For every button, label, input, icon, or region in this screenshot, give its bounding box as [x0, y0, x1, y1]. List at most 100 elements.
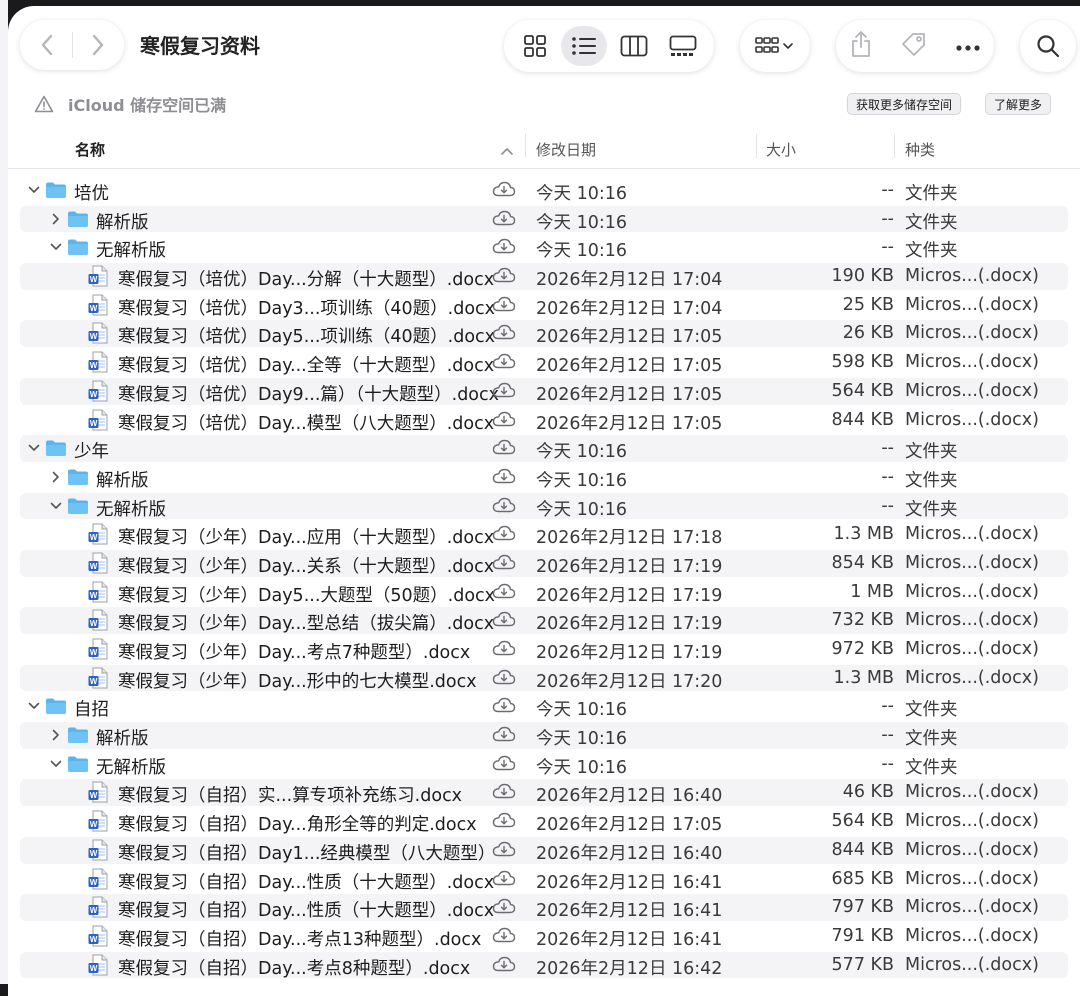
file-row[interactable]: W 寒假复习（自招）实...算专项补充练习.docx 2026年2月12日 16:4… — [8, 778, 1080, 807]
column-name[interactable]: 名称 — [75, 139, 105, 160]
file-row[interactable]: W 寒假复习（培优）Day...模型（八大题型）.docx 2026年2月12日 1… — [8, 406, 1080, 435]
svg-text:W: W — [90, 619, 98, 628]
cloud-download-icon[interactable] — [492, 668, 516, 691]
get-more-storage-button[interactable]: 获取更多储存空间 — [847, 93, 962, 115]
cloud-download-icon[interactable] — [492, 840, 516, 863]
folder-row[interactable]: 培优 今天 10:16 -- 文件夹 — [8, 176, 1080, 205]
chevron-right-icon[interactable] — [48, 725, 64, 745]
item-kind: 文件夹 — [905, 700, 958, 721]
cloud-download-icon[interactable] — [492, 237, 516, 260]
search-button[interactable] — [1020, 20, 1076, 72]
file-row[interactable]: W 寒假复习（培优）Day5...项训练（40题）.docx 2026年2月12日 … — [8, 319, 1080, 348]
cloud-download-icon[interactable] — [492, 381, 516, 404]
folder-icon — [67, 497, 89, 520]
share-button[interactable] — [849, 30, 873, 62]
file-row[interactable]: W 寒假复习（培优）Day3...项训练（40题）.docx 2026年2月12日 … — [8, 291, 1080, 320]
folder-row[interactable]: 解析版 今天 10:16 -- 文件夹 — [8, 463, 1080, 492]
nav-buttons — [20, 20, 124, 70]
folder-row[interactable]: 解析版 今天 10:16 -- 文件夹 — [8, 721, 1080, 750]
cloud-download-icon[interactable] — [492, 696, 516, 719]
cloud-download-icon[interactable] — [492, 926, 516, 949]
cloud-download-icon[interactable] — [492, 467, 516, 490]
cloud-download-icon[interactable] — [492, 180, 516, 203]
forward-button[interactable] — [73, 20, 123, 70]
cloud-download-icon[interactable] — [492, 725, 516, 748]
item-name: 培优 — [74, 184, 109, 204]
icon-view-button[interactable] — [512, 26, 558, 66]
item-size: 564 KB — [831, 811, 894, 832]
item-kind: Micros...(.docx) — [905, 639, 1039, 659]
file-row[interactable]: W 寒假复习（少年）Day...考点7种题型）.docx 2026年2月12日 17… — [8, 635, 1080, 664]
cloud-download-icon[interactable] — [492, 266, 516, 289]
gallery-view-button[interactable] — [660, 26, 706, 66]
item-kind: 文件夹 — [905, 442, 958, 463]
cloud-download-icon[interactable] — [492, 754, 516, 777]
item-date: 2026年2月12日 17:19 — [536, 643, 723, 663]
file-row[interactable]: W 寒假复习（自招）Day...性质（十大题型）.docx 2026年2月12日 1… — [8, 865, 1080, 894]
cloud-download-icon[interactable] — [492, 438, 516, 461]
back-button[interactable] — [22, 20, 72, 70]
cloud-download-icon[interactable] — [492, 610, 516, 633]
folder-row[interactable]: 自招 今天 10:16 -- 文件夹 — [8, 692, 1080, 721]
file-row[interactable]: W 寒假复习（自招）Day1...经典模型（八大题型） 2026年2月12日 16:… — [8, 836, 1080, 865]
item-date: 今天 10:16 — [536, 499, 627, 520]
cloud-download-icon[interactable] — [492, 352, 516, 375]
cloud-download-icon[interactable] — [492, 782, 516, 805]
folder-row[interactable]: 无解析版 今天 10:16 -- 文件夹 — [8, 750, 1080, 779]
cloud-download-icon[interactable] — [492, 209, 516, 232]
file-row[interactable]: W 寒假复习（自招）Day...角形全等的判定.docx 2026年2月12日 17… — [8, 807, 1080, 836]
cloud-download-icon[interactable] — [492, 524, 516, 547]
chevron-down-icon[interactable] — [48, 496, 64, 516]
cloud-download-icon[interactable] — [492, 897, 516, 920]
cloud-download-icon[interactable] — [492, 553, 516, 576]
file-row[interactable]: W 寒假复习（自招）Day...考点13种题型）.docx 2026年2月12日 1… — [8, 922, 1080, 951]
cloud-download-icon[interactable] — [492, 410, 516, 433]
chevron-down-icon[interactable] — [26, 438, 42, 458]
more-button[interactable] — [955, 37, 981, 56]
item-kind: Micros...(.docx) — [905, 294, 1039, 315]
file-row[interactable]: W 寒假复习（培优）Day9...篇）（十大题型）.docx 2026年2月12日 … — [8, 377, 1080, 406]
item-size: -- — [881, 237, 894, 258]
cloud-download-icon[interactable] — [492, 295, 516, 318]
svg-text:W: W — [90, 820, 98, 829]
column-kind[interactable]: 种类 — [905, 139, 935, 160]
chevron-down-icon[interactable] — [48, 237, 64, 257]
cloud-download-icon[interactable] — [492, 639, 516, 662]
chevron-right-icon[interactable] — [48, 467, 64, 487]
folder-row[interactable]: 无解析版 今天 10:16 -- 文件夹 — [8, 233, 1080, 262]
folder-row[interactable]: 少年 今天 10:16 -- 文件夹 — [8, 434, 1080, 463]
chevron-down-icon[interactable] — [26, 180, 42, 200]
column-size[interactable]: 大小 — [766, 139, 796, 160]
cloud-download-icon[interactable] — [492, 869, 516, 892]
cloud-download-icon[interactable] — [492, 582, 516, 605]
item-name: 少年 — [74, 442, 109, 463]
chevron-down-icon[interactable] — [26, 696, 42, 716]
file-row[interactable]: W 寒假复习（培优）Day...分解（十大题型）.docx 2026年2月12日 1… — [8, 262, 1080, 291]
learn-more-button[interactable]: 了解更多 — [985, 93, 1052, 115]
file-row[interactable]: W 寒假复习（培优）Day...全等（十大题型）.docx 2026年2月12日 1… — [8, 348, 1080, 377]
cloud-download-icon[interactable] — [492, 955, 516, 978]
cloud-download-icon[interactable] — [492, 323, 516, 346]
cloud-download-icon[interactable] — [492, 811, 516, 834]
folder-row[interactable]: 无解析版 今天 10:16 -- 文件夹 — [8, 492, 1080, 521]
cloud-download-icon[interactable] — [492, 496, 516, 519]
sort-chevron-up-icon[interactable] — [500, 142, 514, 160]
list-view-button[interactable] — [561, 26, 608, 66]
chevron-right-icon[interactable] — [48, 209, 64, 229]
file-row[interactable]: W 寒假复习（自招）Day...性质（十大题型）.docx 2026年2月12日 1… — [8, 893, 1080, 922]
file-row[interactable]: W 寒假复习（少年）Day...型总结（拔尖篇）.docx 2026年2月12日 1… — [8, 606, 1080, 635]
column-date[interactable]: 修改日期 — [536, 139, 596, 160]
file-row[interactable]: W 寒假复习（少年）Day...应用（十大题型）.docx 2026年2月12日 1… — [8, 520, 1080, 549]
file-row[interactable]: W 寒假复习（少年）Day...关系（十大题型）.docx 2026年2月12日 1… — [8, 549, 1080, 578]
folder-row[interactable]: 解析版 今天 10:16 -- 文件夹 — [8, 205, 1080, 234]
group-button[interactable] — [740, 20, 810, 72]
item-size: 598 KB — [831, 352, 894, 373]
chevron-down-icon[interactable] — [48, 754, 64, 774]
file-row[interactable]: W 寒假复习（自招）Day...考点8种题型）.docx 2026年2月12日 16… — [8, 951, 1080, 980]
file-row[interactable]: W 寒假复习（少年）Day5...大题型（50题）.docx 2026年2月12日 … — [8, 578, 1080, 607]
file-row[interactable]: W 寒假复习（少年）Day...形中的七大模型.docx 2026年2月12日 17… — [8, 664, 1080, 693]
column-view-button[interactable] — [611, 26, 657, 66]
tag-button[interactable] — [900, 30, 928, 62]
item-name: 寒假复习（少年）Day...形中的七大模型.docx — [118, 671, 477, 692]
word-doc-icon: W — [88, 839, 108, 866]
